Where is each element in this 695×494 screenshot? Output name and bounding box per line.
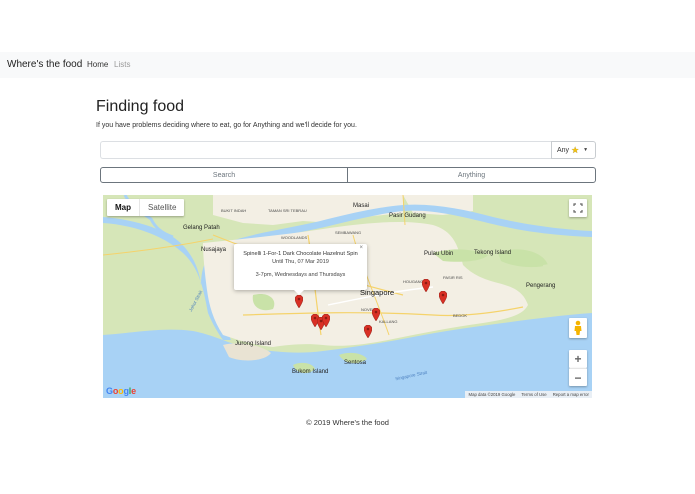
map-label-pasir-ris: PASIR RIS bbox=[443, 275, 463, 280]
map-canvas[interactable]: Pasir Gudang Masai Gelang Patah Nusajaya… bbox=[103, 195, 592, 398]
map-marker-pin[interactable] bbox=[439, 291, 447, 304]
search-button[interactable]: Search bbox=[100, 167, 348, 183]
map-marker-pin[interactable] bbox=[372, 308, 380, 321]
map-label-jurong-island: Jurong Island bbox=[235, 341, 272, 347]
caret-down-icon: ▼ bbox=[583, 147, 589, 153]
map-label-gelang-patah: Gelang Patah bbox=[183, 225, 220, 231]
map-type-satellite-button[interactable]: Satellite bbox=[139, 199, 184, 216]
navbar-brand[interactable]: Where's the food bbox=[7, 59, 82, 70]
map-label-sembawang: SEMBAWANG bbox=[335, 230, 362, 235]
page-title: Finding food bbox=[96, 98, 185, 115]
map-marker-pin[interactable] bbox=[364, 325, 372, 338]
map-label-sentosa: Sentosa bbox=[344, 360, 367, 366]
map-data-text: Map data ©2019 Google bbox=[468, 392, 516, 397]
map-label-woodlands: WOODLANDS bbox=[281, 235, 308, 240]
zoom-in-button[interactable]: + bbox=[569, 350, 587, 368]
map-info-window: × Spinelli 1-For-1 Dark Chocolate Hazeln… bbox=[234, 244, 367, 295]
rating-filter-label: Any bbox=[557, 146, 570, 154]
info-window-hours: 3-7pm, Wednesdays and Thursdays bbox=[255, 272, 346, 278]
map-base-layer bbox=[103, 195, 592, 398]
minus-icon: − bbox=[574, 370, 582, 385]
nav-link-home[interactable]: Home bbox=[87, 60, 108, 69]
street-view-pegman[interactable] bbox=[569, 318, 587, 338]
map-label-pulau-ubin: Pulau Ubin bbox=[424, 251, 454, 257]
map-marker-pin[interactable] bbox=[322, 314, 330, 327]
info-window-close-button[interactable]: × bbox=[359, 245, 363, 251]
report-map-error-link[interactable]: Report a map error bbox=[553, 392, 589, 397]
footer: © 2019 Where's the food bbox=[306, 418, 389, 427]
map-label-pengerang: Pengerang bbox=[526, 283, 556, 289]
map-label-bedok: BEDOK bbox=[453, 313, 468, 318]
map-type-map-button[interactable]: Map bbox=[107, 199, 139, 216]
nav-link-lists[interactable]: Lists bbox=[114, 60, 130, 69]
pegman-icon bbox=[574, 320, 582, 335]
rating-filter-dropdown[interactable]: Any ★ ▼ bbox=[551, 141, 596, 159]
star-icon: ★ bbox=[571, 144, 580, 155]
map-label-pasir-gudang: Pasir Gudang bbox=[389, 213, 426, 219]
fullscreen-icon bbox=[573, 203, 583, 213]
map-type-control: Map Satellite bbox=[107, 199, 185, 216]
fullscreen-button[interactable] bbox=[569, 199, 587, 217]
map-label-hougang: HOUGANG bbox=[403, 279, 424, 284]
map-attribution: Map data ©2019 Google Terms of Use Repor… bbox=[465, 391, 592, 398]
map-marker-pin[interactable] bbox=[295, 295, 303, 308]
map-label-bukom-island: Bukom Island bbox=[292, 369, 329, 375]
info-window-title: Spinelli 1-For-1 Dark Chocolate Hazelnut… bbox=[243, 251, 358, 257]
map-label-kallang: KALLANG bbox=[379, 319, 398, 324]
navbar: Where's the food Home Lists bbox=[0, 52, 695, 78]
google-logo[interactable]: Google bbox=[106, 386, 136, 396]
plus-icon: + bbox=[574, 352, 582, 366]
anything-button[interactable]: Anything bbox=[347, 167, 596, 183]
zoom-out-button[interactable]: − bbox=[569, 368, 587, 386]
info-window-date: Until Thu, 07 Mar 2019 bbox=[272, 259, 329, 265]
map-label-taman-sri-tebrau: TAMAN SRI TEBRAU bbox=[268, 208, 307, 213]
map-label-nusajaya: Nusajaya bbox=[201, 247, 227, 253]
page-subtitle: If you have problems deciding where to e… bbox=[96, 122, 357, 129]
map-label-tekong: Tekong Island bbox=[474, 250, 512, 256]
map-label-bukit-indah: BUKIT INDAH bbox=[221, 208, 247, 213]
map-label-masai: Masai bbox=[353, 203, 370, 209]
terms-of-use-link[interactable]: Terms of Use bbox=[521, 392, 546, 397]
search-input[interactable] bbox=[100, 141, 552, 159]
map-marker-pin[interactable] bbox=[422, 279, 430, 292]
